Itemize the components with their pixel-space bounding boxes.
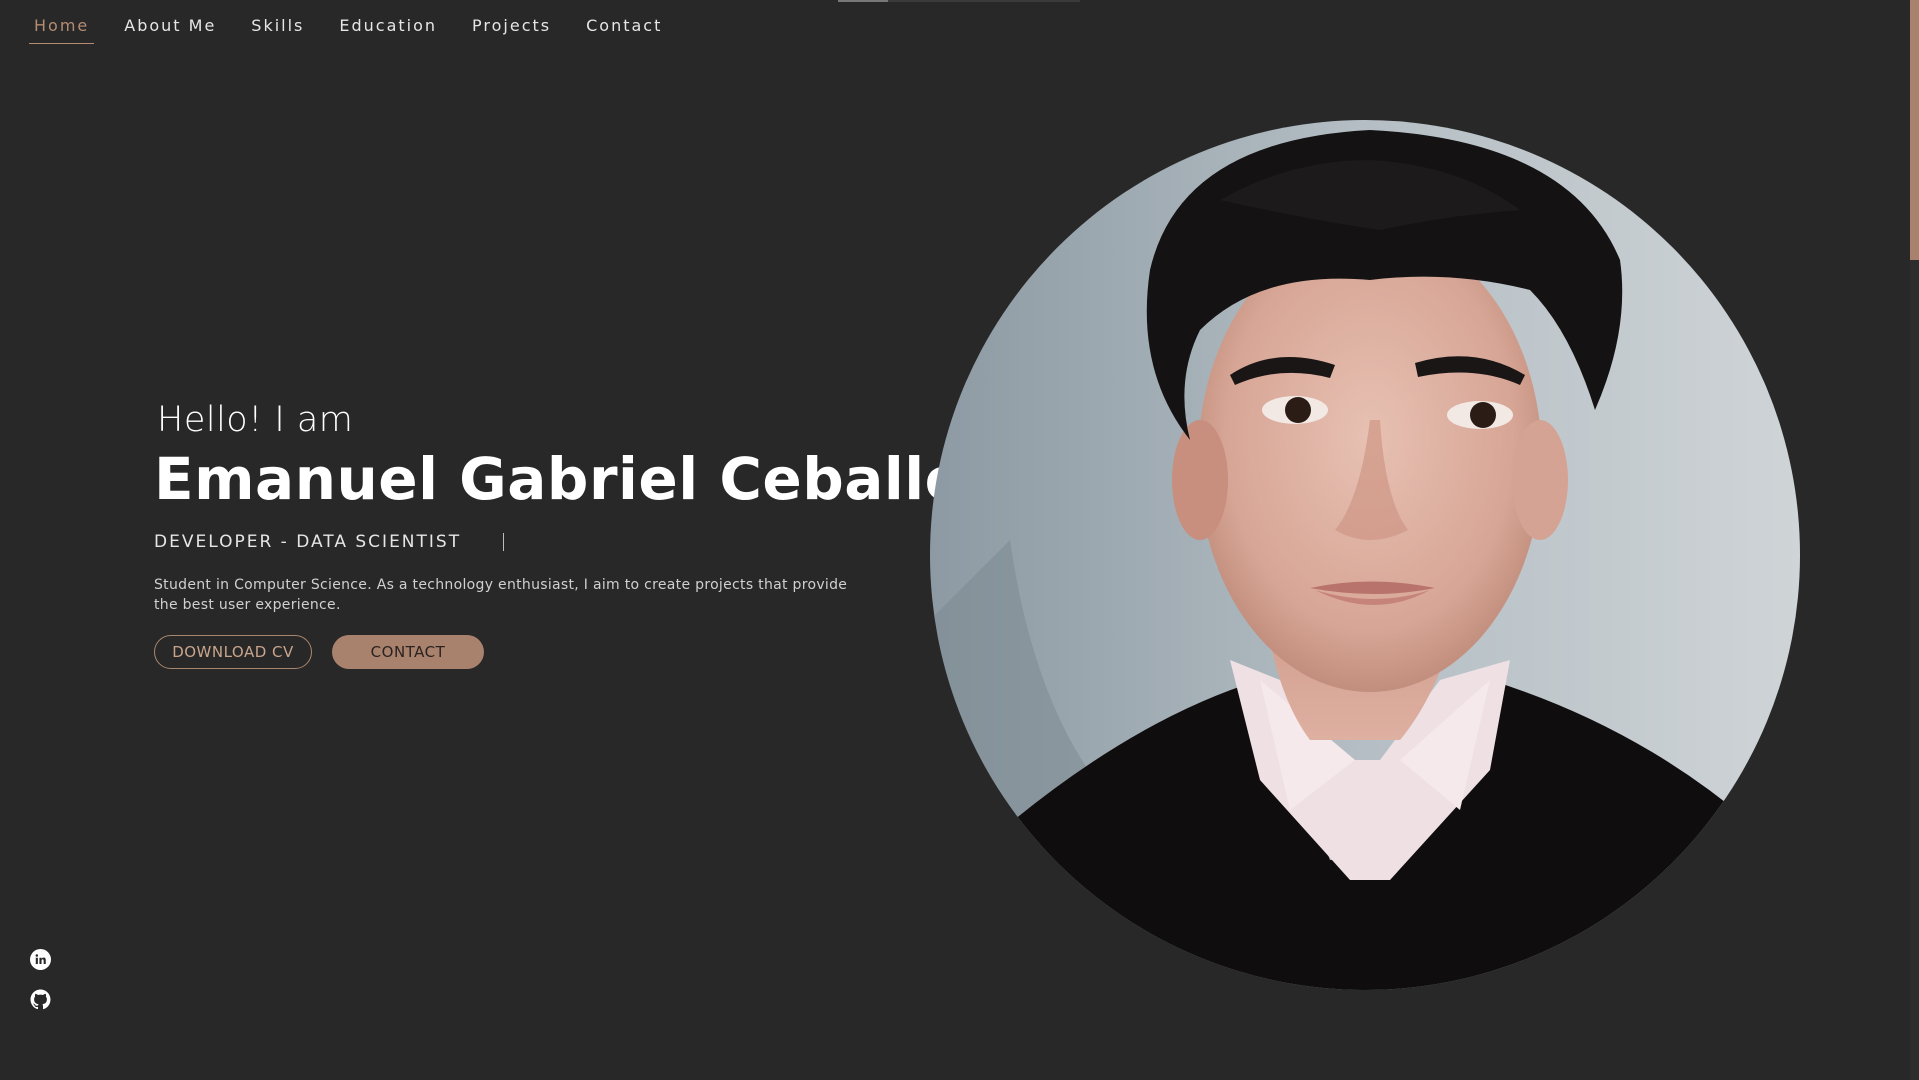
hero-section: Hello! I am Emanuel Gabriel Ceballos DEV… [154, 400, 1001, 669]
github-icon[interactable] [30, 989, 51, 1010]
top-indicator-active [838, 0, 888, 2]
navbar: Home About Me Skills Education Projects … [29, 16, 692, 44]
profile-photo [930, 120, 1800, 990]
hero-description: Student in Computer Science. As a techno… [154, 576, 848, 613]
contact-button[interactable]: CONTACT [332, 634, 484, 669]
hero-buttons: DOWNLOAD CV CONTACT [154, 634, 874, 669]
role-row: DEVELOPER - DATA SCIENTIST [154, 532, 874, 552]
linkedin-icon[interactable] [30, 949, 51, 970]
nav-item-contact[interactable]: Contact [581, 16, 667, 44]
social-links [30, 949, 51, 1010]
nav-item-projects[interactable]: Projects [467, 16, 556, 44]
hero-role: DEVELOPER - DATA SCIENTIST [154, 531, 462, 552]
scrollbar-thumb[interactable] [1910, 0, 1919, 260]
nav-item-about-me[interactable]: About Me [119, 16, 221, 44]
hero-greeting: Hello! I am [157, 400, 354, 440]
hero-name: Emanuel Gabriel Ceballos [154, 445, 1001, 513]
nav-item-education[interactable]: Education [334, 16, 442, 44]
profile-photo-illustration [930, 120, 1800, 990]
nav-item-home[interactable]: Home [29, 16, 95, 44]
scrollbar[interactable] [1910, 0, 1919, 1080]
typing-cursor [503, 532, 505, 551]
download-cv-button[interactable]: DOWNLOAD CV [154, 634, 312, 669]
nav-item-skills[interactable]: Skills [246, 16, 309, 44]
